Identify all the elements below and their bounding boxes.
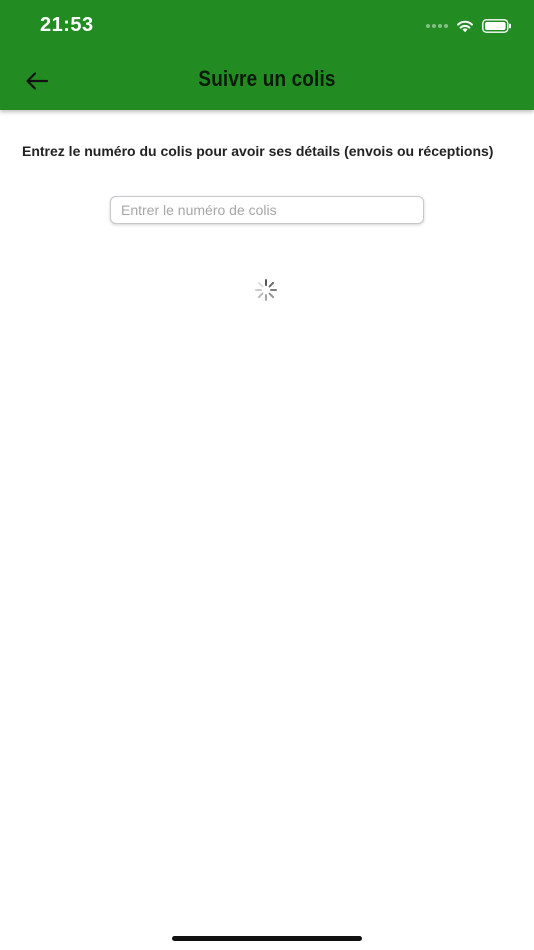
wifi-icon [457,20,473,33]
signal-dots-icon [426,24,448,28]
spinner-icon [255,279,277,301]
tracking-number-input[interactable] [110,196,424,224]
battery-icon [482,19,511,33]
home-indicator [172,936,362,941]
status-icons [426,16,512,36]
status-time: 21:53 [40,14,94,36]
app-screen: 21:53 Suivre un colis Entrez le numéro d… [0,0,534,950]
instruction-text: Entrez le numéro du colis pour avoir ses… [22,143,494,159]
header-bar: 21:53 Suivre un colis [0,0,534,110]
page-title: Suivre un colis [198,66,336,91]
